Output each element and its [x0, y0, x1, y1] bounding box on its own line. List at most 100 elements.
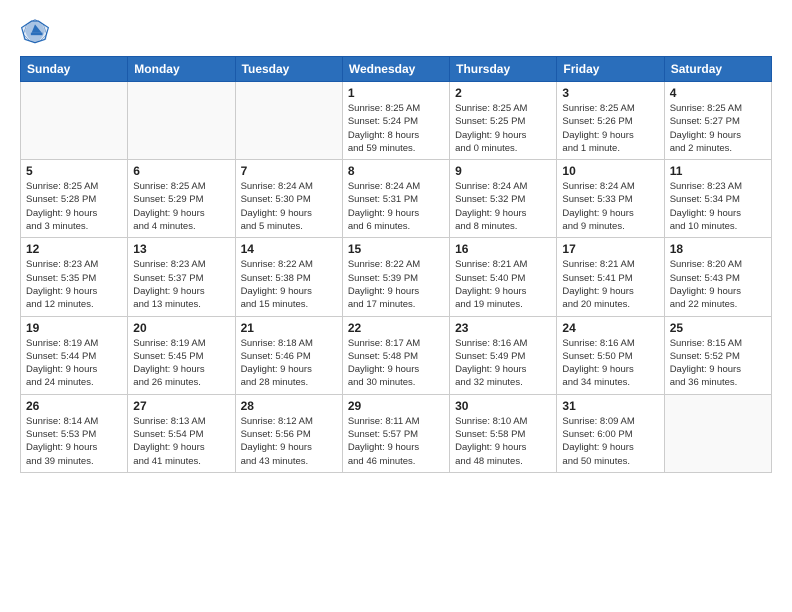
logo-icon: [20, 16, 50, 46]
calendar-cell: 14 Sunrise: 8:22 AM Sunset: 5:38 PM Dayli…: [235, 238, 342, 316]
calendar-cell: 17 Sunrise: 8:21 AM Sunset: 5:41 PM Dayli…: [557, 238, 664, 316]
calendar-cell: 21 Sunrise: 8:18 AM Sunset: 5:46 PM Dayli…: [235, 316, 342, 394]
day-number: 20: [133, 321, 229, 335]
calendar-cell: [128, 82, 235, 160]
day-number: 22: [348, 321, 444, 335]
calendar-cell: [235, 82, 342, 160]
day-info: Sunrise: 8:16 AM Sunset: 5:50 PM Dayligh…: [562, 337, 658, 390]
calendar-cell: 16 Sunrise: 8:21 AM Sunset: 5:40 PM Dayli…: [450, 238, 557, 316]
col-header-thursday: Thursday: [450, 57, 557, 82]
calendar-cell: 6 Sunrise: 8:25 AM Sunset: 5:29 PM Daylig…: [128, 160, 235, 238]
day-number: 14: [241, 242, 337, 256]
day-info: Sunrise: 8:15 AM Sunset: 5:52 PM Dayligh…: [670, 337, 766, 390]
calendar-cell: 13Sunrise: 8:23 AM Sunset: 5:37 PM Dayli…: [128, 238, 235, 316]
calendar-cell: 15 Sunrise: 8:22 AM Sunset: 5:39 PM Dayli…: [342, 238, 449, 316]
day-number: 15: [348, 242, 444, 256]
calendar-cell: 25 Sunrise: 8:15 AM Sunset: 5:52 PM Dayli…: [664, 316, 771, 394]
calendar-cell: 19Sunrise: 8:19 AM Sunset: 5:44 PM Dayli…: [21, 316, 128, 394]
calendar-cell: 12 Sunrise: 8:23 AM Sunset: 5:35 PM Dayli…: [21, 238, 128, 316]
calendar-cell: 4 Sunrise: 8:25 AM Sunset: 5:27 PM Daylig…: [664, 82, 771, 160]
week-row-3: 12 Sunrise: 8:23 AM Sunset: 5:35 PM Dayli…: [21, 238, 772, 316]
day-info: Sunrise: 8:25 AM Sunset: 5:24 PM Dayligh…: [348, 102, 444, 155]
day-info: Sunrise: 8:19 AM Sunset: 5:45 PM Dayligh…: [133, 337, 229, 390]
day-info: Sunrise: 8:17 AM Sunset: 5:48 PM Dayligh…: [348, 337, 444, 390]
col-header-tuesday: Tuesday: [235, 57, 342, 82]
calendar-header-row: SundayMondayTuesdayWednesdayThursdayFrid…: [21, 57, 772, 82]
calendar-cell: [664, 394, 771, 472]
day-info: Sunrise: 8:24 AM Sunset: 5:31 PM Dayligh…: [348, 180, 444, 233]
calendar-cell: 7 Sunrise: 8:24 AM Sunset: 5:30 PM Daylig…: [235, 160, 342, 238]
day-info: Sunrise: 8:21 AM Sunset: 5:41 PM Dayligh…: [562, 258, 658, 311]
day-number: 25: [670, 321, 766, 335]
day-info: Sunrise: 8:24 AM Sunset: 5:33 PM Dayligh…: [562, 180, 658, 233]
week-row-5: 26 Sunrise: 8:14 AM Sunset: 5:53 PM Dayli…: [21, 394, 772, 472]
day-info: Sunrise: 8:16 AM Sunset: 5:49 PM Dayligh…: [455, 337, 551, 390]
day-info: Sunrise: 8:24 AM Sunset: 5:32 PM Dayligh…: [455, 180, 551, 233]
page: SundayMondayTuesdayWednesdayThursdayFrid…: [0, 0, 792, 612]
calendar-cell: 5 Sunrise: 8:25 AM Sunset: 5:28 PM Daylig…: [21, 160, 128, 238]
day-info: Sunrise: 8:24 AM Sunset: 5:30 PM Dayligh…: [241, 180, 337, 233]
col-header-wednesday: Wednesday: [342, 57, 449, 82]
day-info: Sunrise: 8:23 AM Sunset: 5:37 PM Dayligh…: [133, 258, 229, 311]
day-info: Sunrise: 8:23 AM Sunset: 5:35 PM Dayligh…: [26, 258, 122, 311]
day-number: 23: [455, 321, 551, 335]
day-number: 12: [26, 242, 122, 256]
calendar-cell: 3Sunrise: 8:25 AM Sunset: 5:26 PM Daylig…: [557, 82, 664, 160]
calendar-cell: 8Sunrise: 8:24 AM Sunset: 5:31 PM Daylig…: [342, 160, 449, 238]
day-number: 21: [241, 321, 337, 335]
day-number: 29: [348, 399, 444, 413]
week-row-2: 5 Sunrise: 8:25 AM Sunset: 5:28 PM Daylig…: [21, 160, 772, 238]
calendar-cell: 20 Sunrise: 8:19 AM Sunset: 5:45 PM Dayli…: [128, 316, 235, 394]
col-header-sunday: Sunday: [21, 57, 128, 82]
day-info: Sunrise: 8:22 AM Sunset: 5:39 PM Dayligh…: [348, 258, 444, 311]
day-info: Sunrise: 8:22 AM Sunset: 5:38 PM Dayligh…: [241, 258, 337, 311]
day-number: 1: [348, 86, 444, 100]
calendar-cell: [21, 82, 128, 160]
day-number: 19: [26, 321, 122, 335]
day-info: Sunrise: 8:14 AM Sunset: 5:53 PM Dayligh…: [26, 415, 122, 468]
day-number: 11: [670, 164, 766, 178]
calendar-cell: 1 Sunrise: 8:25 AM Sunset: 5:24 PM Daylig…: [342, 82, 449, 160]
day-info: Sunrise: 8:13 AM Sunset: 5:54 PM Dayligh…: [133, 415, 229, 468]
day-info: Sunrise: 8:09 AM Sunset: 6:00 PM Dayligh…: [562, 415, 658, 468]
day-info: Sunrise: 8:25 AM Sunset: 5:26 PM Dayligh…: [562, 102, 658, 155]
day-info: Sunrise: 8:11 AM Sunset: 5:57 PM Dayligh…: [348, 415, 444, 468]
day-info: Sunrise: 8:25 AM Sunset: 5:28 PM Dayligh…: [26, 180, 122, 233]
day-number: 6: [133, 164, 229, 178]
calendar-cell: 27 Sunrise: 8:13 AM Sunset: 5:54 PM Dayli…: [128, 394, 235, 472]
day-info: Sunrise: 8:25 AM Sunset: 5:27 PM Dayligh…: [670, 102, 766, 155]
calendar-cell: 24 Sunrise: 8:16 AM Sunset: 5:50 PM Dayli…: [557, 316, 664, 394]
calendar-cell: 28Sunrise: 8:12 AM Sunset: 5:56 PM Dayli…: [235, 394, 342, 472]
calendar-cell: 22 Sunrise: 8:17 AM Sunset: 5:48 PM Dayli…: [342, 316, 449, 394]
week-row-1: 1 Sunrise: 8:25 AM Sunset: 5:24 PM Daylig…: [21, 82, 772, 160]
day-number: 7: [241, 164, 337, 178]
week-row-4: 19Sunrise: 8:19 AM Sunset: 5:44 PM Dayli…: [21, 316, 772, 394]
col-header-friday: Friday: [557, 57, 664, 82]
col-header-monday: Monday: [128, 57, 235, 82]
day-number: 10: [562, 164, 658, 178]
calendar-cell: 2 Sunrise: 8:25 AM Sunset: 5:25 PM Daylig…: [450, 82, 557, 160]
day-number: 16: [455, 242, 551, 256]
day-number: 31: [562, 399, 658, 413]
day-info: Sunrise: 8:25 AM Sunset: 5:25 PM Dayligh…: [455, 102, 551, 155]
day-number: 18: [670, 242, 766, 256]
day-number: 27: [133, 399, 229, 413]
day-info: Sunrise: 8:25 AM Sunset: 5:29 PM Dayligh…: [133, 180, 229, 233]
calendar-cell: 31 Sunrise: 8:09 AM Sunset: 6:00 PM Dayli…: [557, 394, 664, 472]
day-number: 4: [670, 86, 766, 100]
day-number: 26: [26, 399, 122, 413]
day-number: 17: [562, 242, 658, 256]
calendar-cell: 29 Sunrise: 8:11 AM Sunset: 5:57 PM Dayli…: [342, 394, 449, 472]
calendar: SundayMondayTuesdayWednesdayThursdayFrid…: [20, 56, 772, 473]
day-info: Sunrise: 8:21 AM Sunset: 5:40 PM Dayligh…: [455, 258, 551, 311]
day-info: Sunrise: 8:20 AM Sunset: 5:43 PM Dayligh…: [670, 258, 766, 311]
day-info: Sunrise: 8:18 AM Sunset: 5:46 PM Dayligh…: [241, 337, 337, 390]
logo: [20, 16, 54, 46]
calendar-cell: 26 Sunrise: 8:14 AM Sunset: 5:53 PM Dayli…: [21, 394, 128, 472]
day-number: 2: [455, 86, 551, 100]
calendar-cell: 18 Sunrise: 8:20 AM Sunset: 5:43 PM Dayli…: [664, 238, 771, 316]
day-number: 24: [562, 321, 658, 335]
day-number: 5: [26, 164, 122, 178]
day-number: 9: [455, 164, 551, 178]
day-info: Sunrise: 8:10 AM Sunset: 5:58 PM Dayligh…: [455, 415, 551, 468]
